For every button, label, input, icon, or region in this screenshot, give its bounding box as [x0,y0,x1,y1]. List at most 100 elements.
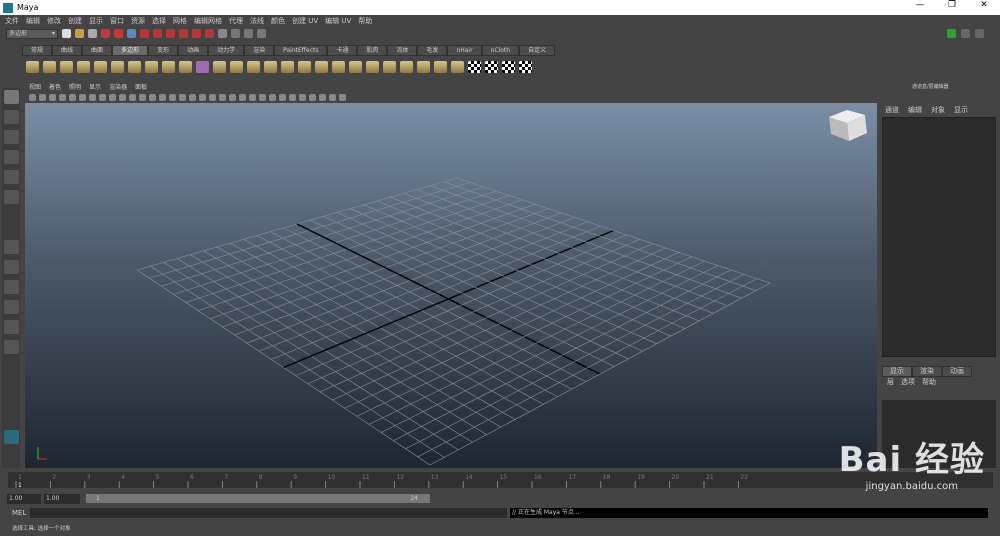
render-view-icon[interactable] [218,29,227,38]
shelf-tab[interactable]: nHair [447,45,482,56]
ipr-render-icon[interactable] [244,29,253,38]
shelf-tool-icon[interactable] [451,61,464,73]
panel-tool-icon[interactable] [339,94,346,101]
shelf-tool-icon[interactable] [196,61,209,73]
shelf-tool-icon[interactable] [366,61,379,73]
panel-tool-icon[interactable] [129,94,136,101]
panel-tool-icon[interactable] [309,94,316,101]
panel-tool-icon[interactable] [49,94,56,101]
panel-tool-icon[interactable] [239,94,246,101]
panel-tool-icon[interactable] [209,94,216,101]
shelf-tab[interactable]: 多边形 [112,45,149,56]
panel-tool-icon[interactable] [219,94,226,101]
close-button[interactable]: ✕ [968,0,1000,10]
shelf-tab[interactable]: 曲线 [52,45,83,56]
snap-live-icon[interactable] [192,29,201,38]
panel-tool-icon[interactable] [159,94,166,101]
layer-tab[interactable]: 渲染 [912,366,942,377]
render-icon[interactable] [231,29,240,38]
shelf-tab[interactable]: 流体 [387,45,418,56]
snap-point-icon[interactable] [166,29,175,38]
shelf-tool-icon[interactable] [298,61,311,73]
channel-menu-item[interactable]: 通道 [885,105,899,115]
panel-tool-icon[interactable] [269,94,276,101]
shelf-tool-icon[interactable] [213,61,226,73]
shelf-tool-icon[interactable] [264,61,277,73]
layer-menu-item[interactable]: 层 [887,377,894,387]
shelf-tool-icon[interactable] [315,61,328,73]
panel-tool-icon[interactable] [59,94,66,101]
menu-item[interactable]: 编辑网格 [194,16,222,26]
shelf-tool-icon[interactable] [162,61,175,73]
shelf-tool-icon[interactable] [519,61,532,73]
shelf-tool-icon[interactable] [349,61,362,73]
channel-menu-item[interactable]: 对象 [931,105,945,115]
shelf-tab[interactable]: 动画 [178,45,209,56]
panel-tool-icon[interactable] [139,94,146,101]
shelf-tool-icon[interactable] [26,61,39,73]
shelf-tab[interactable]: 曲面 [82,45,113,56]
rotate-tool-icon[interactable] [3,170,19,184]
menu-item[interactable]: 法线 [250,16,264,26]
shelf-tool-icon[interactable] [43,61,56,73]
shelf-tool-icon[interactable] [281,61,294,73]
layout-outliner-icon[interactable] [3,320,19,334]
mel-label[interactable]: MEL [12,509,26,517]
panel-tool-icon[interactable] [319,94,326,101]
snap-surface-icon[interactable] [205,29,214,38]
shelf-tool-icon[interactable] [60,61,73,73]
menu-item[interactable]: 资源 [131,16,145,26]
new-scene-icon[interactable] [62,29,71,38]
shelf-tool-icon[interactable] [400,61,413,73]
panel-menu-item[interactable]: 面板 [135,82,147,92]
lasso-tool-icon[interactable] [3,110,19,124]
shelf-tool-icon[interactable] [230,61,243,73]
paint-select-tool-icon[interactable] [3,130,19,144]
snap-grid-icon[interactable] [140,29,149,38]
shelf-tool-icon[interactable] [111,61,124,73]
shelf-tool-icon[interactable] [179,61,192,73]
panel-tool-icon[interactable] [259,94,266,101]
shelf-tab[interactable]: nCloth [481,45,520,56]
menu-item[interactable]: 窗口 [110,16,124,26]
shelf-tool-icon[interactable] [128,61,141,73]
render-settings-icon[interactable] [257,29,266,38]
panel-tool-icon[interactable] [299,94,306,101]
shelf-tab[interactable]: 卡通 [327,45,358,56]
select-object-icon[interactable] [114,29,123,38]
panel-tool-icon[interactable] [249,94,256,101]
channel-menu-item[interactable]: 显示 [954,105,968,115]
minimize-button[interactable]: — [904,0,936,10]
panel-menu-item[interactable]: 视图 [29,82,41,92]
scale-tool-icon[interactable] [3,190,19,204]
shelf-tool-icon[interactable] [485,61,498,73]
menu-item[interactable]: 编辑 UV [325,16,351,26]
shelf-tool-icon[interactable] [417,61,430,73]
range-slider[interactable]: 1 24 [86,494,430,503]
shelf-tool-icon[interactable] [77,61,90,73]
shelf-tab[interactable]: 渲染 [244,45,275,56]
shelf-tool-icon[interactable] [383,61,396,73]
menu-item[interactable]: 编辑 [26,16,40,26]
menu-item[interactable]: 创建 UV [292,16,318,26]
panel-tool-icon[interactable] [189,94,196,101]
channel-box[interactable] [882,117,996,357]
menu-item[interactable]: 帮助 [358,16,372,26]
shelf-tool-icon[interactable] [145,61,158,73]
panel-menu-item[interactable]: 着色 [49,82,61,92]
layout-hypershade-icon[interactable] [3,340,19,354]
anim-start-field[interactable]: 1.00 [44,494,80,504]
perspective-viewport[interactable] [25,103,877,468]
layer-menu-item[interactable]: 选项 [901,377,915,387]
layout-persp-graph-icon[interactable] [3,300,19,314]
panel-menu-item[interactable]: 照明 [69,82,81,92]
shelf-tab[interactable]: PaintEffects [274,45,328,56]
shelf-tool-icon[interactable] [94,61,107,73]
save-scene-icon[interactable] [88,29,97,38]
layer-tab[interactable]: 动画 [942,366,972,377]
menu-item[interactable]: 网格 [173,16,187,26]
attribute-editor-toggle-icon[interactable] [961,29,970,38]
select-component-icon[interactable] [127,29,136,38]
shelf-tab[interactable]: 肌肉 [357,45,388,56]
menu-item[interactable]: 修改 [47,16,61,26]
